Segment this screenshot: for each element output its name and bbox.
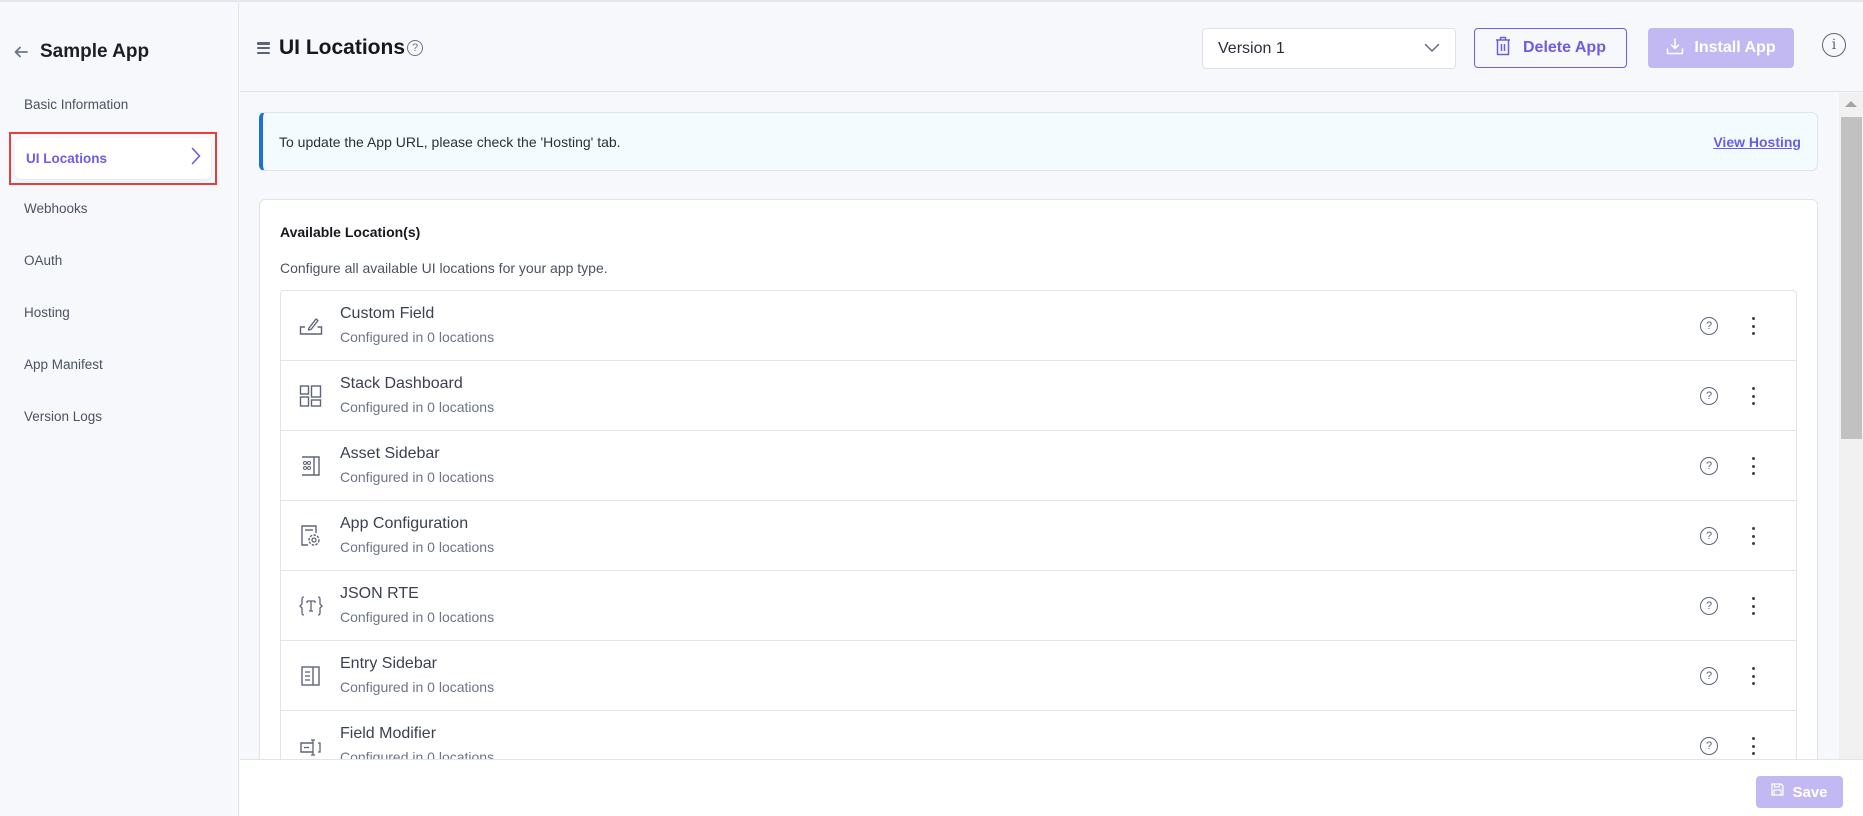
location-name: Field Modifier bbox=[340, 725, 437, 742]
location-row-asset-sidebar[interactable]: Asset Sidebar Configured in 0 locations … bbox=[281, 431, 1796, 501]
help-icon[interactable]: ? bbox=[1700, 317, 1718, 335]
location-name: Custom Field bbox=[340, 305, 435, 322]
sidebar-item-webhooks[interactable]: Webhooks bbox=[24, 201, 88, 216]
location-row-stack-dashboard[interactable]: Stack Dashboard Configured in 0 location… bbox=[281, 361, 1796, 431]
help-icon[interactable]: ? bbox=[407, 40, 423, 56]
location-name: Asset Sidebar bbox=[340, 445, 440, 462]
main-content: To update the App URL, please check the … bbox=[240, 93, 1839, 759]
scroll-up-arrow-icon[interactable] bbox=[1845, 101, 1857, 107]
location-count: Configured in 0 locations bbox=[340, 609, 495, 625]
delete-app-button[interactable]: Delete App bbox=[1474, 28, 1627, 68]
sidebar-item-hosting[interactable]: Hosting bbox=[24, 305, 70, 320]
back-to-app-link[interactable]: Sample App bbox=[12, 41, 149, 63]
json-rte-icon bbox=[299, 595, 323, 617]
location-count: Configured in 0 locations bbox=[340, 329, 495, 345]
version-select[interactable]: Version 1 bbox=[1202, 28, 1456, 69]
location-row-json-rte[interactable]: JSON RTE Configured in 0 locations ? bbox=[281, 571, 1796, 641]
save-button[interactable]: Save bbox=[1756, 776, 1843, 808]
menu-icon[interactable] bbox=[257, 42, 270, 54]
location-count: Configured in 0 locations bbox=[340, 679, 495, 695]
page-footer: Save bbox=[240, 759, 1863, 816]
asset-sidebar-icon bbox=[299, 455, 323, 477]
sidebar-item-oauth[interactable]: OAuth bbox=[24, 253, 62, 268]
field-modifier-icon bbox=[299, 735, 323, 757]
page-header: UI Locations ? Version 1 Delete App Inst… bbox=[240, 3, 1863, 92]
help-icon[interactable]: ? bbox=[1700, 597, 1718, 615]
delete-app-label: Delete App bbox=[1523, 39, 1606, 56]
more-options-icon[interactable] bbox=[1750, 457, 1756, 475]
card-subtitle: Configure all available UI locations for… bbox=[280, 260, 608, 276]
more-options-icon[interactable] bbox=[1750, 667, 1756, 685]
location-count: Configured in 0 locations bbox=[340, 749, 495, 759]
view-hosting-link[interactable]: View Hosting bbox=[1713, 134, 1801, 150]
location-row-field-modifier[interactable]: Field Modifier Configured in 0 locations… bbox=[281, 711, 1796, 759]
notice-message: To update the App URL, please check the … bbox=[279, 133, 621, 150]
help-icon[interactable]: ? bbox=[1700, 527, 1718, 545]
trash-icon bbox=[1495, 36, 1511, 61]
location-name: Stack Dashboard bbox=[340, 375, 463, 392]
sidebar-item-label: UI Locations bbox=[26, 151, 108, 166]
sidebar-item-app-manifest[interactable]: App Manifest bbox=[24, 357, 103, 372]
more-options-icon[interactable] bbox=[1750, 527, 1756, 545]
more-options-icon[interactable] bbox=[1750, 317, 1756, 335]
info-icon[interactable]: i bbox=[1822, 33, 1846, 57]
scrollbar-thumb[interactable] bbox=[1841, 117, 1862, 439]
entry-sidebar-icon bbox=[299, 665, 323, 687]
help-icon[interactable]: ? bbox=[1700, 387, 1718, 405]
help-icon[interactable]: ? bbox=[1700, 667, 1718, 685]
location-name: JSON RTE bbox=[340, 585, 419, 602]
chevron-right-icon bbox=[191, 147, 201, 170]
location-row-app-configuration[interactable]: App Configuration Configured in 0 locati… bbox=[281, 501, 1796, 571]
available-locations-card: Available Location(s) Configure all avai… bbox=[259, 199, 1818, 759]
location-list: Custom Field Configured in 0 locations ?… bbox=[280, 290, 1797, 759]
help-icon[interactable]: ? bbox=[1700, 457, 1718, 475]
location-count: Configured in 0 locations bbox=[340, 539, 495, 555]
more-options-icon[interactable] bbox=[1750, 387, 1756, 405]
location-name: App Configuration bbox=[340, 515, 469, 532]
chevron-down-icon bbox=[1424, 40, 1440, 58]
hosting-notice: To update the App URL, please check the … bbox=[259, 112, 1818, 171]
sidebar-item-version-logs[interactable]: Version Logs bbox=[24, 409, 102, 424]
more-options-icon[interactable] bbox=[1750, 597, 1756, 615]
active-item-highlight: UI Locations bbox=[9, 132, 217, 185]
app-name: Sample App bbox=[40, 41, 150, 62]
install-app-button[interactable]: Install App bbox=[1648, 28, 1794, 68]
page-title: UI Locations bbox=[279, 36, 406, 59]
sidebar: Sample App Basic Information UI Location… bbox=[0, 3, 239, 816]
save-label: Save bbox=[1792, 783, 1828, 801]
version-select-value: Version 1 bbox=[1218, 39, 1285, 57]
location-row-custom-field[interactable]: Custom Field Configured in 0 locations ? bbox=[281, 291, 1796, 361]
app-config-icon bbox=[299, 525, 323, 547]
arrow-left-icon bbox=[12, 43, 30, 61]
custom-field-icon bbox=[299, 315, 323, 337]
card-title: Available Location(s) bbox=[280, 224, 421, 240]
location-row-entry-sidebar[interactable]: Entry Sidebar Configured in 0 locations … bbox=[281, 641, 1796, 711]
sidebar-item-ui-locations[interactable]: UI Locations bbox=[15, 138, 211, 179]
more-options-icon[interactable] bbox=[1750, 737, 1756, 755]
help-icon[interactable]: ? bbox=[1700, 737, 1718, 755]
sidebar-item-basic-information[interactable]: Basic Information bbox=[24, 97, 128, 112]
location-name: Entry Sidebar bbox=[340, 655, 437, 672]
save-icon bbox=[1771, 783, 1785, 801]
dashboard-icon bbox=[299, 385, 323, 407]
install-icon bbox=[1666, 37, 1684, 60]
location-count: Configured in 0 locations bbox=[340, 399, 495, 415]
install-app-label: Install App bbox=[1694, 39, 1776, 56]
location-count: Configured in 0 locations bbox=[340, 469, 495, 485]
content-scrollbar[interactable] bbox=[1839, 93, 1863, 759]
